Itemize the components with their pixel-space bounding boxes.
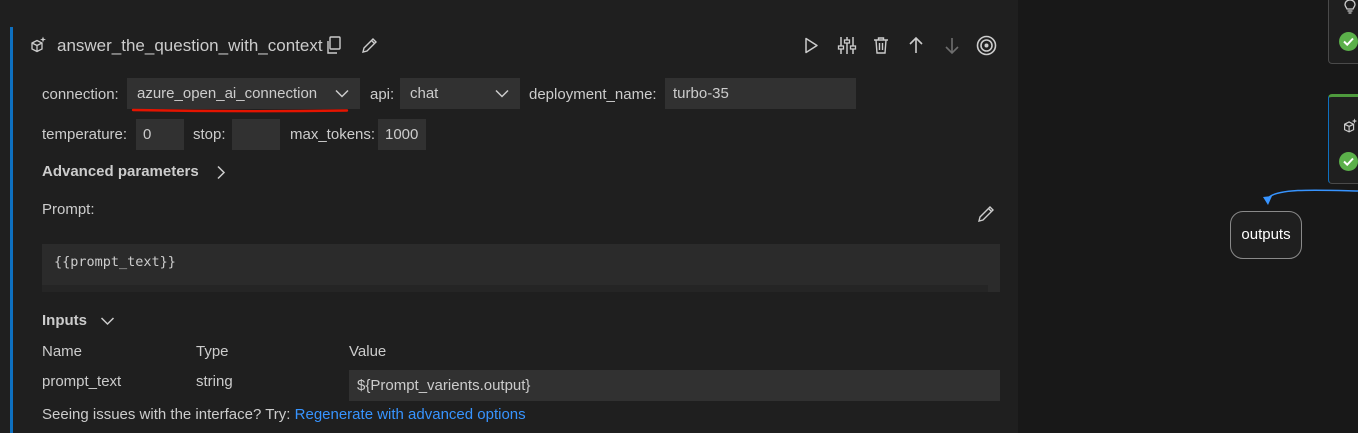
inputs-header-name: Name: [42, 343, 83, 360]
connection-select[interactable]: azure_open_ai_connection: [127, 78, 360, 109]
success-check-icon: [1339, 32, 1358, 51]
target-icon[interactable]: [976, 35, 997, 56]
prompt-scrollbar[interactable]: [42, 285, 988, 292]
delete-icon[interactable]: [872, 36, 890, 55]
max-tokens-input[interactable]: 1000: [378, 119, 426, 150]
stop-input[interactable]: [232, 119, 280, 150]
prompt-text: {{prompt_text}}: [54, 254, 176, 270]
deployment-name-value: turbo-35: [673, 85, 729, 102]
temperature-input[interactable]: 0: [136, 119, 184, 150]
temperature-label: temperature:: [42, 126, 128, 143]
prompt-label: Prompt:: [42, 201, 95, 218]
run-icon[interactable]: [802, 36, 820, 55]
success-check-icon: [1339, 152, 1358, 171]
tune-icon[interactable]: [837, 36, 857, 55]
node-title: answer_the_question_with_context: [57, 36, 323, 55]
graph-node-llm[interactable]: [1328, 94, 1358, 184]
deployment-name-input[interactable]: turbo-35: [665, 78, 856, 109]
api-value: chat: [410, 85, 439, 102]
llm-node-icon: [31, 36, 46, 53]
edit-icon[interactable]: [360, 36, 379, 55]
llm-node-icon: [1344, 118, 1358, 133]
stop-label: stop:: [193, 126, 226, 143]
graph-node-top[interactable]: [1328, 0, 1358, 64]
chevron-down-icon[interactable]: [100, 316, 115, 326]
connection-value: azure_open_ai_connection: [137, 85, 318, 102]
advanced-parameters-toggle[interactable]: Advanced parameters: [42, 163, 199, 180]
issues-text: Seeing issues with the interface? Try:: [42, 406, 291, 423]
lightbulb-icon: [1344, 0, 1356, 14]
inputs-header-type: Type: [196, 343, 229, 360]
regenerate-advanced-link[interactable]: Regenerate with advanced options: [295, 406, 526, 423]
inputs-header-value: Value: [349, 343, 387, 360]
node-editor-panel: answer_the_question_with_context connect…: [0, 0, 1018, 433]
input-row-name: prompt_text: [42, 373, 122, 390]
connection-label: connection:: [42, 86, 119, 103]
chevron-right-icon[interactable]: [216, 165, 226, 180]
api-select[interactable]: chat: [400, 78, 520, 109]
interface-issues-notice: Seeing issues with the interface? Try: R…: [42, 406, 526, 423]
flow-graph-canvas[interactable]: outputs: [1018, 0, 1358, 433]
selection-accent-bar: [10, 27, 13, 433]
input-row-type: string: [196, 373, 233, 390]
temperature-value: 0: [143, 126, 152, 143]
connection-error-underline: [131, 108, 349, 113]
chevron-down-icon: [495, 89, 509, 98]
input-row-value-field[interactable]: ${Prompt_varients.output}: [349, 370, 1000, 401]
copy-icon[interactable]: [325, 36, 343, 55]
arrow-up-icon[interactable]: [907, 36, 925, 55]
max-tokens-label: max_tokens:: [290, 126, 376, 143]
max-tokens-value: 1000: [385, 126, 419, 143]
input-row-value: ${Prompt_varients.output}: [357, 377, 531, 394]
deployment-name-label: deployment_name:: [529, 86, 657, 103]
chevron-down-icon: [335, 89, 349, 98]
arrow-down-icon[interactable]: [943, 36, 961, 55]
graph-edge: [1263, 189, 1358, 205]
edit-prompt-icon[interactable]: [976, 204, 996, 224]
api-label: api:: [370, 86, 395, 103]
inputs-toggle[interactable]: Inputs: [42, 312, 87, 329]
outputs-node[interactable]: outputs: [1230, 211, 1302, 259]
